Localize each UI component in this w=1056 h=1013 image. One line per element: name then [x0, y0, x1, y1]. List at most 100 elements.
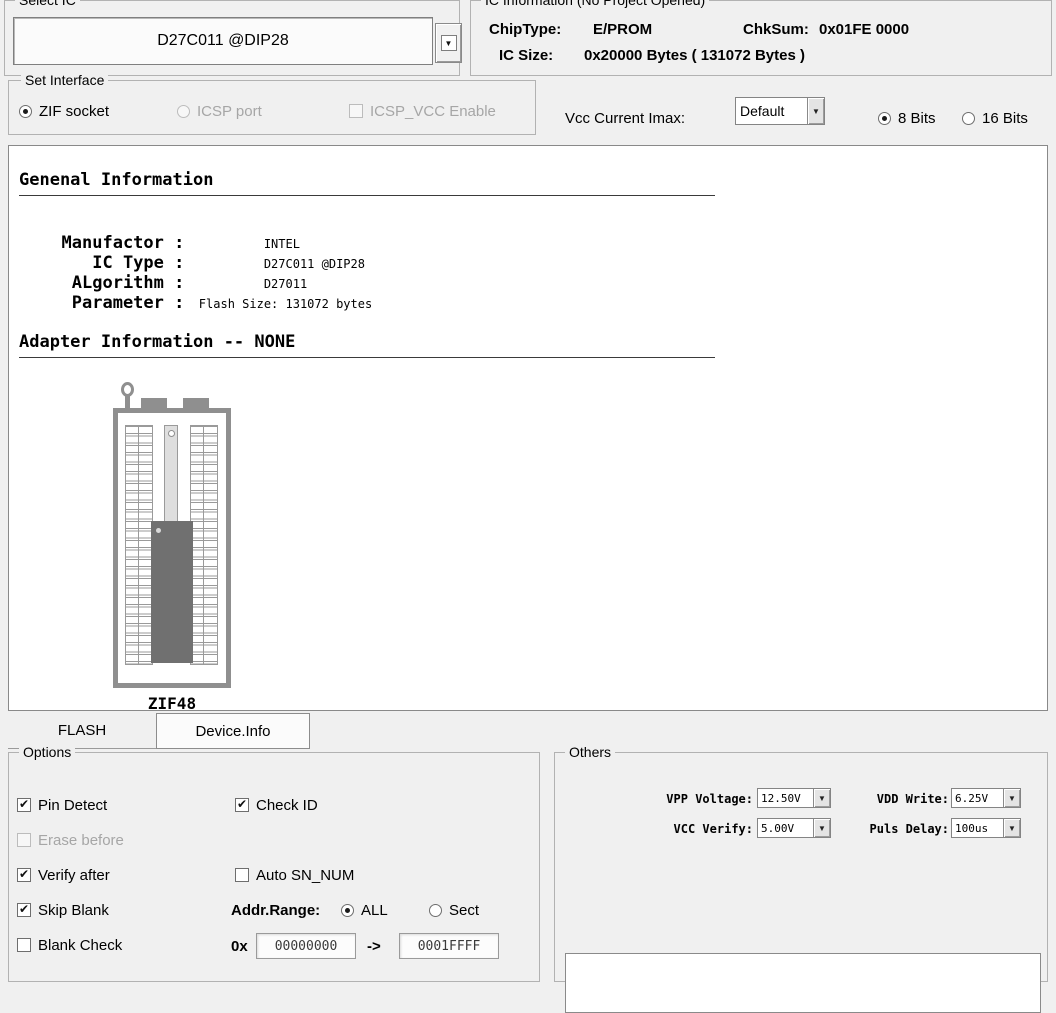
chevron-down-icon[interactable]: [813, 789, 830, 807]
device-info-panel: Genenal Information Manufactor : INTEL I…: [8, 145, 1048, 711]
others-display-box: [565, 953, 1041, 1013]
chksum-label: ChkSum:: [743, 21, 809, 38]
bottom-tabstrip: FLASH Device.Info: [8, 712, 1048, 750]
hex-prefix-label: 0x: [231, 938, 248, 955]
zif-socket-label: ZIF socket: [39, 103, 109, 120]
bits-8-radio[interactable]: 8 Bits: [878, 110, 936, 126]
verify-after-label: Verify after: [38, 867, 110, 884]
info-row-value: Flash Size: 131072 bytes: [184, 297, 372, 311]
puls-delay-label: Puls Delay:: [857, 822, 949, 836]
erase-before-checkbox: Erase before: [17, 832, 124, 848]
icsp-port-label: ICSP port: [197, 103, 262, 120]
select-ic-group-title: Select IC: [15, 0, 80, 8]
vcc-current-label: Vcc Current Imax:: [565, 110, 685, 127]
vcc-verify-combobox[interactable]: 5.00V: [757, 818, 831, 838]
vpp-voltage-value: 12.50V: [758, 789, 813, 807]
icsp-vcc-checkbox: ICSP_VCC Enable: [349, 103, 496, 119]
checkbox-icon: [17, 798, 31, 812]
select-ic-combobox[interactable]: D27C011 @DIP28: [13, 17, 433, 65]
chevron-down-icon[interactable]: [1003, 789, 1020, 807]
ic-size-label: IC Size:: [499, 47, 553, 64]
erase-before-label: Erase before: [38, 832, 124, 849]
pin-detect-label: Pin Detect: [38, 797, 107, 814]
others-group: Others VPP Voltage: 12.50V VDD Write: 6.…: [554, 752, 1048, 982]
skip-blank-label: Skip Blank: [38, 902, 109, 919]
addr-arrow-label: ->: [367, 938, 381, 955]
vcc-verify-label: VCC Verify:: [617, 822, 753, 836]
vcc-current-combobox[interactable]: Default: [735, 97, 825, 125]
chevron-down-icon[interactable]: [1003, 819, 1020, 837]
chevron-down-icon[interactable]: [807, 98, 824, 124]
addr-range-all-label: ALL: [361, 902, 388, 919]
checkbox-icon: [235, 798, 249, 812]
auto-sn-num-label: Auto SN_NUM: [256, 867, 354, 884]
addr-from-input[interactable]: 00000000: [256, 933, 356, 959]
chiptype-label: ChipType:: [489, 21, 561, 38]
ic-size-value: 0x20000 Bytes ( 131072 Bytes ): [584, 47, 805, 64]
radio-icon: [878, 112, 891, 125]
puls-delay-combobox[interactable]: 100us: [951, 818, 1021, 838]
select-ic-value: D27C011 @DIP28: [157, 32, 289, 50]
puls-delay-value: 100us: [952, 819, 1003, 837]
ic-info-group: IC Information (No Project Opened) ChipT…: [470, 0, 1052, 76]
options-group: Options Pin Detect Check ID Erase before…: [8, 752, 540, 982]
chevron-down-icon: [441, 35, 457, 51]
verify-after-checkbox[interactable]: Verify after: [17, 867, 110, 883]
ic-info-group-title: IC Information (No Project Opened): [481, 0, 709, 8]
select-ic-dropdown-button[interactable]: [435, 23, 462, 63]
checkbox-icon: [235, 868, 249, 882]
set-interface-group-title: Set Interface: [21, 72, 108, 88]
socket-center-rail: [164, 425, 178, 523]
adapter-information-title: Adapter Information -- NONE: [19, 332, 715, 358]
blank-check-checkbox[interactable]: Blank Check: [17, 937, 122, 953]
icsp-vcc-label: ICSP_VCC Enable: [370, 103, 496, 120]
radio-icon: [341, 904, 354, 917]
socket-lever-icon: [121, 382, 134, 397]
checkbox-icon: [17, 903, 31, 917]
socket-label: ZIF48: [113, 694, 231, 713]
chiptype-value: E/PROM: [593, 21, 652, 38]
checkbox-icon: [17, 868, 31, 882]
tab-device-info[interactable]: Device.Info: [156, 713, 310, 749]
radio-icon: [962, 112, 975, 125]
vpp-voltage-combobox[interactable]: 12.50V: [757, 788, 831, 808]
blank-check-label: Blank Check: [38, 937, 122, 954]
addr-range-sect-radio[interactable]: Sect: [429, 902, 479, 918]
check-id-label: Check ID: [256, 797, 318, 814]
bits-16-label: 16 Bits: [982, 110, 1028, 127]
check-id-checkbox[interactable]: Check ID: [235, 797, 318, 813]
radio-icon: [429, 904, 442, 917]
vpp-voltage-label: VPP Voltage:: [617, 792, 753, 806]
checkbox-icon: [17, 833, 31, 847]
bits-8-label: 8 Bits: [898, 110, 936, 127]
radio-icon: [177, 105, 190, 118]
skip-blank-checkbox[interactable]: Skip Blank: [17, 902, 109, 918]
info-row-parameter: Parameter : Flash Size: 131072 bytes: [23, 274, 372, 332]
checkbox-icon: [349, 104, 363, 118]
zif-socket-radio[interactable]: ZIF socket: [19, 103, 109, 119]
general-information-title: Genenal Information: [19, 170, 715, 196]
bits-16-radio[interactable]: 16 Bits: [962, 110, 1028, 126]
vdd-write-combobox[interactable]: 6.25V: [951, 788, 1021, 808]
addr-range-all-radio[interactable]: ALL: [341, 902, 388, 918]
pin-column-right: [190, 425, 218, 665]
chksum-value: 0x01FE 0000: [819, 21, 909, 38]
pin-column-left: [125, 425, 153, 665]
radio-icon: [19, 105, 32, 118]
addr-range-sect-label: Sect: [449, 902, 479, 919]
auto-sn-num-checkbox[interactable]: Auto SN_NUM: [235, 867, 354, 883]
chevron-down-icon[interactable]: [813, 819, 830, 837]
socket-body: [113, 408, 231, 688]
pin-detect-checkbox[interactable]: Pin Detect: [17, 797, 107, 813]
addr-to-input[interactable]: 0001FFFF: [399, 933, 499, 959]
set-interface-group: Set Interface ZIF socket ICSP port ICSP_…: [8, 80, 536, 135]
options-group-title: Options: [19, 744, 75, 760]
zif-socket-graphic: ZIF48: [113, 382, 245, 714]
vcc-verify-value: 5.00V: [758, 819, 813, 837]
vdd-write-label: VDD Write:: [857, 792, 949, 806]
inserted-chip-icon: [151, 521, 193, 663]
vdd-write-value: 6.25V: [952, 789, 1003, 807]
checkbox-icon: [17, 938, 31, 952]
vcc-current-value: Default: [736, 98, 807, 124]
addr-range-label: Addr.Range:: [231, 902, 320, 919]
